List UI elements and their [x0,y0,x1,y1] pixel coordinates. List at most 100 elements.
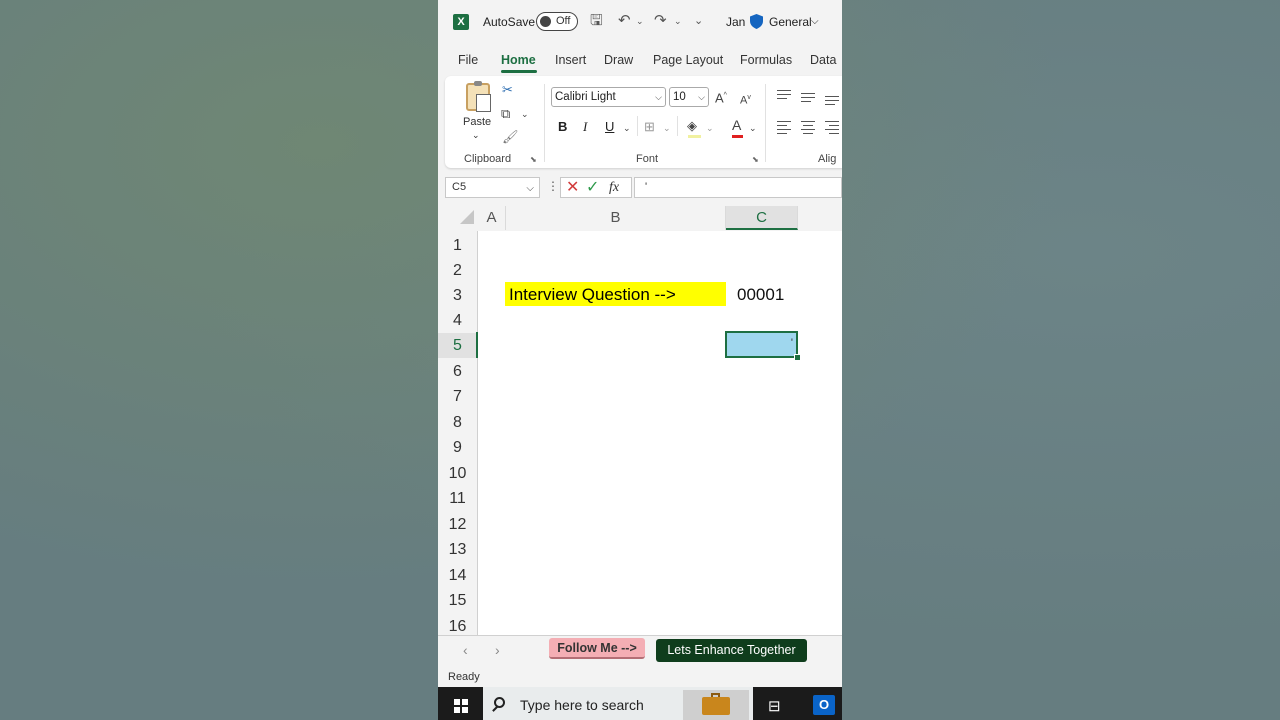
font-launcher-icon[interactable]: ⬊ [752,155,759,164]
row-header[interactable]: 14 [438,563,477,588]
undo-icon[interactable]: ↶ [618,11,631,31]
chevron-down-icon: ⌵ [698,92,705,102]
row-header[interactable]: 6 [438,359,477,384]
undo-dropdown-icon[interactable]: ⌄ [636,11,644,31]
column-header-c[interactable]: C [726,206,798,230]
cancel-icon[interactable]: ✕ [566,178,579,197]
excel-window: X AutoSave Off 🖫 ↶ ⌄ ↷ ⌄ ⌄ Jan General ⌵… [438,0,842,720]
cell-c3[interactable]: 00001 [726,282,798,306]
fill-handle[interactable] [794,354,801,361]
sensitivity-dropdown-icon[interactable]: ⌵ [811,16,819,27]
sheet-next-icon[interactable]: › [495,642,500,658]
sheet-tab-lets-enhance-together[interactable]: Lets Enhance Together [656,639,807,662]
column-header-bar: A B C [438,206,842,232]
autosave-state: Off [556,15,571,27]
paste-page-icon [476,94,491,112]
row-header[interactable]: 3 [438,283,477,308]
decrease-font-size-icon[interactable]: Av [740,90,751,109]
more-options-icon[interactable]: ⋮ [547,179,559,193]
row-header[interactable]: 13 [438,537,477,562]
row-header[interactable]: 4 [438,308,477,333]
search-icon [494,697,505,708]
clipboard-launcher-icon[interactable]: ⬊ [530,155,537,164]
ribbon-separator [544,84,545,162]
ribbon-separator [637,116,638,136]
customize-qat-icon[interactable]: ⌄ [694,11,703,31]
row-header[interactable]: 11 [438,486,477,511]
select-all-corner[interactable] [460,210,474,224]
font-name-value: Calibri Light [555,91,616,103]
cut-icon[interactable]: ✂ [502,82,513,98]
fill-color-icon[interactable]: ◈ [687,118,697,134]
chevron-down-icon: ⌵ [655,92,662,102]
task-view-icon[interactable]: ⊟ [768,697,781,715]
formula-input[interactable]: ' [634,177,842,198]
column-header-a[interactable]: A [478,206,506,230]
tab-file[interactable]: File [458,53,478,67]
copy-dropdown-icon[interactable]: ⌄ [521,106,529,122]
row-header[interactable]: 1 [438,233,477,258]
cell-c5-active[interactable]: ' [725,331,798,358]
row-header[interactable]: 15 [438,588,477,613]
fill-color-bar [688,135,701,138]
font-color-bar [732,135,743,138]
sheet-prev-icon[interactable]: ‹ [463,642,468,658]
tab-page-layout[interactable]: Page Layout [653,53,723,67]
borders-icon[interactable]: ⊞ [644,119,655,135]
insert-function-icon[interactable]: fx [609,178,619,197]
underline-dropdown-icon[interactable]: ⌄ [623,120,631,136]
paste-label[interactable]: Paste [463,116,491,128]
user-name: Jan [726,15,746,29]
toggle-knob [540,16,551,27]
underline-button[interactable]: U [605,119,614,134]
enter-check-icon[interactable]: ✓ [586,178,599,197]
row-header[interactable]: 12 [438,512,477,537]
autosave-toggle[interactable]: Off [536,12,578,31]
title-bar: X AutoSave Off 🖫 ↶ ⌄ ↷ ⌄ ⌄ Jan General ⌵ [438,0,842,44]
font-name-combo[interactable]: Calibri Light ⌵ [551,87,666,107]
name-box-value: C5 [452,181,467,193]
bold-button[interactable]: B [558,119,567,134]
sheet-tab-follow-me[interactable]: Follow Me --> [549,638,645,659]
tab-home[interactable]: Home [501,53,536,67]
font-color-dropdown-icon[interactable]: ⌄ [749,120,757,136]
fill-dropdown-icon[interactable]: ⌄ [706,120,714,136]
taskbar-search-input[interactable]: Type here to search [520,697,644,713]
row-header-selected[interactable]: 5 [438,333,477,358]
increase-font-size-icon[interactable]: A^ [715,88,727,106]
font-size-combo[interactable]: 10 ⌵ [669,87,709,107]
paste-dropdown-icon[interactable]: ⌄ [472,130,480,141]
column-header-b[interactable]: B [506,206,726,230]
tab-draw[interactable]: Draw [604,53,633,67]
format-painter-icon[interactable]: 🖌 [502,129,519,145]
tab-insert[interactable]: Insert [555,53,586,67]
borders-dropdown-icon[interactable]: ⌄ [663,120,671,136]
name-box[interactable]: C5 ⌵ [445,177,540,198]
italic-button[interactable]: I [583,119,587,135]
sensitivity-label[interactable]: General [769,15,812,29]
status-bar [438,665,842,687]
cell-b3[interactable]: Interview Question --> [505,282,726,306]
row-header[interactable]: 8 [438,410,477,435]
row-header[interactable]: 7 [438,384,477,409]
tab-formulas[interactable]: Formulas [740,53,792,67]
active-tab-indicator [501,70,537,73]
briefcase-icon[interactable] [702,693,730,715]
tab-data[interactable]: Data [810,53,836,67]
row-header-bar: 1 2 3 4 5 6 7 8 9 10 11 12 13 14 15 16 [438,231,478,635]
copy-icon[interactable]: ⧉ [501,106,510,122]
ribbon-separator [765,84,766,162]
row-header[interactable]: 2 [438,258,477,283]
font-color-icon[interactable]: A [732,117,741,133]
redo-icon[interactable]: ↷ [654,11,667,31]
outlook-icon[interactable]: O [813,695,835,715]
windows-logo-icon [454,699,468,713]
save-icon[interactable]: 🖫 [590,11,603,31]
clipboard-group-label: Clipboard [464,153,512,165]
row-selection-indicator [476,332,478,358]
row-header[interactable]: 10 [438,461,477,486]
excel-logo-icon: X [453,14,469,30]
row-header[interactable]: 9 [438,435,477,460]
redo-dropdown-icon[interactable]: ⌄ [674,11,682,31]
status-text: Ready [448,671,480,683]
